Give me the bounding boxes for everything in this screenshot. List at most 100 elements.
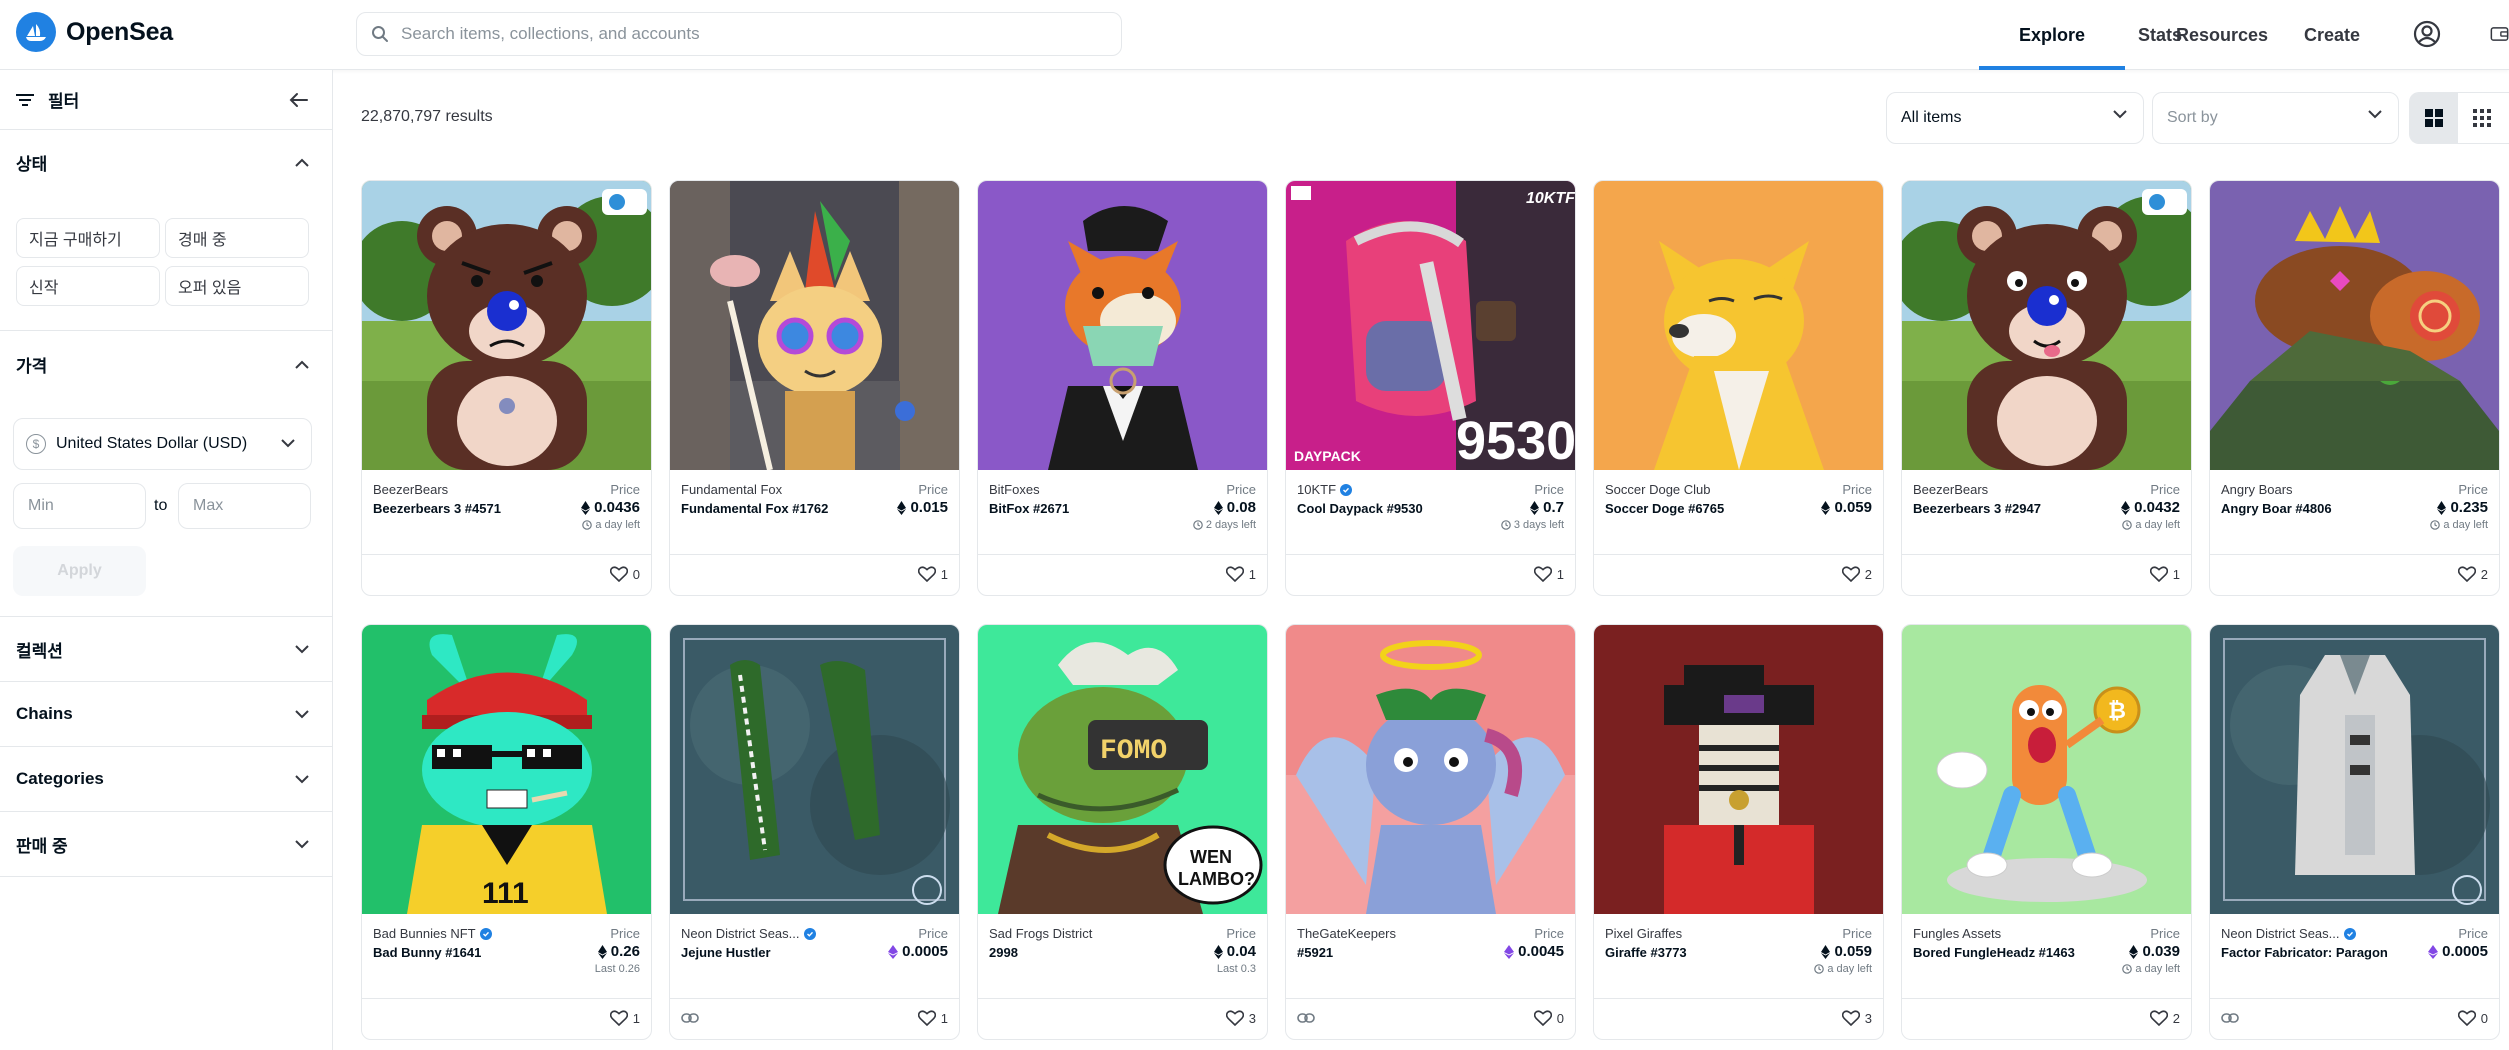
on-sale-in-section[interactable]: 판매 중 [0,812,333,877]
large-grid-button[interactable] [2410,93,2458,143]
account-icon[interactable] [2410,17,2444,51]
collection-name[interactable]: Fungles Assets [1913,926,2063,941]
nft-card[interactable]: TheGateKeepers #5921 Price 0.0045 0 [1285,624,1576,1040]
collection-name[interactable]: Soccer Doge Club [1605,482,1755,497]
nft-name[interactable]: Beezerbears 3 #2947 [1913,500,2083,517]
nft-name[interactable]: #5921 [1297,944,1467,961]
nft-name[interactable]: BitFox #2671 [989,500,1159,517]
status-on-auction[interactable]: 경매 중 [165,218,309,258]
price-section-header[interactable]: 가격 [0,332,333,397]
nft-name[interactable]: Beezerbears 3 #4571 [373,500,543,517]
favorite-button[interactable]: 2 [2457,566,2488,582]
price-max-input[interactable] [178,483,311,529]
nft-image[interactable] [1594,181,1883,470]
nft-name[interactable]: Jejune Hustler [681,944,851,961]
collection-name[interactable]: BitFoxes [989,482,1139,497]
favorite-button[interactable]: 1 [917,566,948,582]
nav-create[interactable]: Create [2290,0,2374,70]
nft-name[interactable]: Soccer Doge #6765 [1605,500,1775,517]
nft-card[interactable]: Neon District Seas... Factor Fabricator:… [2209,624,2500,1040]
nft-image[interactable] [2210,181,2499,470]
nft-image[interactable] [2210,625,2499,914]
apply-price-button[interactable]: Apply [13,546,146,596]
favorite-button[interactable]: 0 [2457,1010,2488,1026]
favorite-button[interactable]: 1 [1533,566,1564,582]
chain-link[interactable] [2221,1011,2239,1029]
nft-name[interactable]: Factor Fabricator: Paragon [2221,944,2391,961]
nft-name[interactable]: Angry Boar #4806 [2221,500,2391,517]
favorite-button[interactable]: 2 [1841,566,1872,582]
favorite-button[interactable]: 3 [1841,1010,1872,1026]
nft-image[interactable] [670,625,959,914]
nft-card[interactable]: Angry Boars Angry Boar #4806 Price 0.235… [2209,180,2500,596]
favorite-button[interactable]: 1 [1225,566,1256,582]
price-min-input[interactable] [13,483,146,529]
collection-name[interactable]: BeezerBears [373,482,523,497]
nft-card[interactable]: FOMO WEN LAMBO? Sad Frogs District 2998 … [977,624,1268,1040]
chain-link[interactable] [681,1011,699,1029]
collection-name[interactable]: 10KTF [1297,482,1447,497]
nft-card[interactable]: Neon District Seas... Jejune Hustler Pri… [669,624,960,1040]
sort-dropdown[interactable]: Sort by [2152,92,2399,144]
nft-name[interactable]: Bored FungleHeadz #1463 [1913,944,2083,961]
items-filter-dropdown[interactable]: All items [1886,92,2144,144]
nft-card[interactable]: ₿ Fungles Assets Bored FungleHeadz #1463… [1901,624,2192,1040]
status-new[interactable]: 신작 [16,266,160,306]
collection-name[interactable]: Neon District Seas... [2221,926,2371,941]
nft-card[interactable]: Pixel Giraffes Giraffe #3773 Price 0.059… [1593,624,1884,1040]
chain-link[interactable] [1297,1011,1315,1029]
nft-name[interactable]: Bad Bunny #1641 [373,944,543,961]
status-section-header[interactable]: 상태 [0,130,333,195]
status-buy-now[interactable]: 지금 구매하기 [16,218,160,258]
search-input[interactable] [401,24,1101,44]
nft-image[interactable]: 111 [362,625,651,914]
collection-name[interactable]: Bad Bunnies NFT [373,926,523,941]
chains-section[interactable]: Chains [0,682,333,747]
favorite-button[interactable]: 3 [1225,1010,1256,1026]
nft-image[interactable] [978,181,1267,470]
favorite-button[interactable]: 1 [917,1010,948,1026]
nft-card[interactable]: Fundamental Fox Fundamental Fox #1762 Pr… [669,180,960,596]
search-bar[interactable] [356,12,1122,56]
collection-name[interactable]: Angry Boars [2221,482,2371,497]
nft-image[interactable] [1902,181,2191,470]
nft-card[interactable]: BitFoxes BitFox #2671 Price 0.08 2 days … [977,180,1268,596]
nav-resources[interactable]: Resources [2170,0,2274,70]
chain-link-icon[interactable] [681,1012,699,1024]
favorite-button[interactable]: 1 [2149,566,2180,582]
nft-image[interactable]: FOMO WEN LAMBO? [978,625,1267,914]
collection-name[interactable]: Pixel Giraffes [1605,926,1755,941]
nft-name[interactable]: Fundamental Fox #1762 [681,500,851,517]
chain-link-icon[interactable] [2221,1012,2239,1024]
collection-name[interactable]: Sad Frogs District [989,926,1139,941]
favorite-button[interactable]: 0 [609,566,640,582]
nft-name[interactable]: Giraffe #3773 [1605,944,1775,961]
nft-card[interactable]: 111 Bad Bunnies NFT Bad Bunny #1641 Pric… [361,624,652,1040]
nft-card[interactable]: 10KTF 9530 DAYPACK 10KTF Cool Daypack #9… [1285,180,1576,596]
nft-image[interactable] [670,181,959,470]
nft-image[interactable] [1286,625,1575,914]
chain-link-icon[interactable] [1297,1012,1315,1024]
nft-card[interactable]: BeezerBears Beezerbears 3 #4571 Price 0.… [361,180,652,596]
status-has-offers[interactable]: 오퍼 있음 [165,266,309,306]
nft-name[interactable]: 2998 [989,944,1159,961]
favorite-button[interactable]: 0 [1533,1010,1564,1026]
categories-section[interactable]: Categories [0,747,333,812]
collection-name[interactable]: TheGateKeepers [1297,926,1447,941]
small-grid-button[interactable] [2458,93,2506,143]
nft-name[interactable]: Cool Daypack #9530 [1297,500,1467,517]
wallet-icon[interactable] [2490,17,2509,51]
opensea-logo[interactable]: OpenSea [16,12,173,52]
nft-card[interactable]: Soccer Doge Club Soccer Doge #6765 Price… [1593,180,1884,596]
collection-name[interactable]: Neon District Seas... [681,926,831,941]
nft-image[interactable]: 10KTF 9530 DAYPACK [1286,181,1575,470]
collapse-sidebar-icon[interactable] [289,92,309,108]
nft-image[interactable]: ₿ [1902,625,2191,914]
nft-image[interactable] [362,181,651,470]
collections-section[interactable]: 컬렉션 [0,617,333,682]
favorite-button[interactable]: 2 [2149,1010,2180,1026]
nft-card[interactable]: BeezerBears Beezerbears 3 #2947 Price 0.… [1901,180,2192,596]
collection-name[interactable]: BeezerBears [1913,482,2063,497]
collection-name[interactable]: Fundamental Fox [681,482,831,497]
currency-select[interactable]: $ United States Dollar (USD) [13,418,312,470]
